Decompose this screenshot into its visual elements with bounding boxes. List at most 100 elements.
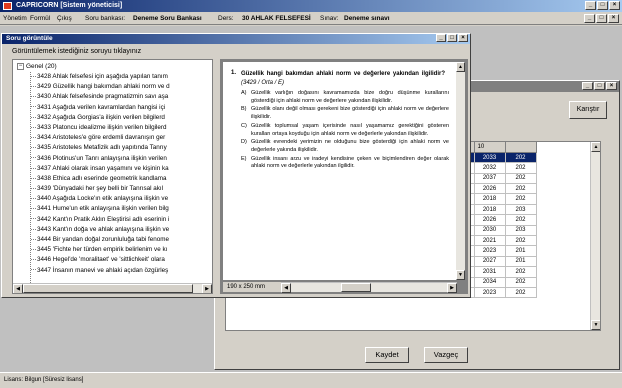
grid-cell[interactable]: 202: [505, 193, 537, 205]
grid-cell[interactable]: 2018: [474, 193, 506, 205]
grid-cell[interactable]: 201: [505, 256, 537, 268]
tree-item-question[interactable]: 3434 Aristoteles'e göre erdemli davranış…: [31, 133, 170, 143]
grid-cell[interactable]: 202: [505, 214, 537, 226]
course-value: 30 AHLAK FELSEFESİ: [242, 15, 311, 22]
question-number: 1.: [231, 70, 237, 76]
preview-scroll-thumb[interactable]: [341, 283, 371, 292]
option-label: A): [241, 90, 247, 96]
tree-item-question[interactable]: 3445 'Fichte her türden empirik belirlen…: [31, 245, 170, 255]
grid-cell[interactable]: 2026: [474, 214, 506, 226]
shuffle-button[interactable]: Karıştır: [569, 101, 607, 119]
save-button[interactable]: Kaydet: [365, 347, 409, 363]
scroll-up-icon[interactable]: ▲: [591, 142, 600, 152]
tree-item-question[interactable]: 3435 Aristoteles Metafizik adlı yapıtınd…: [31, 143, 170, 153]
question-page: 1. Güzellik hangi bakımdan ahlaki norm v…: [223, 62, 457, 280]
grid-cell[interactable]: 202: [505, 162, 537, 174]
grid-cell[interactable]: 202: [505, 235, 537, 247]
preview-scroll-left-icon[interactable]: ◀: [281, 283, 291, 293]
grid-cell[interactable]: 203: [505, 225, 537, 237]
maximize-button[interactable]: □: [597, 1, 608, 10]
tree-item-question[interactable]: 3431 Aşağıda verilen kavramlardan hangis…: [31, 103, 170, 113]
grid-cell[interactable]: 202: [505, 183, 537, 195]
mdi-maximize-button[interactable]: □: [596, 14, 607, 23]
dialog-minimize-button[interactable]: _: [436, 34, 446, 42]
mdi-close-button[interactable]: ×: [608, 14, 619, 23]
scroll-down-icon[interactable]: ▼: [591, 320, 600, 330]
tree-item-question[interactable]: 3436 Plotinus'un Tanrı anlayışına ilişki…: [31, 154, 170, 164]
preview-scroll-down-icon[interactable]: ▼: [456, 270, 465, 280]
option-label: C): [241, 122, 247, 129]
grid-column-header[interactable]: 10: [474, 142, 506, 153]
question-tree[interactable]: − Genel (20) 3428 Ahlak felsefesi için aş…: [12, 59, 213, 294]
tree-item-question[interactable]: 3432 Aşağıda Gorgias'a ilişkin verilen b…: [31, 113, 170, 123]
answer-key-maximize-button[interactable]: □: [594, 82, 605, 90]
close-button[interactable]: ×: [609, 1, 620, 10]
tree-item-question[interactable]: 3428 Ahlak felsefesi için aşağıda yapıla…: [31, 72, 170, 82]
tree-root[interactable]: − Genel (20): [17, 63, 57, 70]
grid-cell[interactable]: 2018: [474, 204, 506, 216]
minimize-button[interactable]: _: [585, 1, 596, 10]
tree-item-question[interactable]: 3442 Kant'ın Pratik Aklın Eleştirisi adl…: [31, 215, 170, 225]
grid-cell[interactable]: 2030: [474, 225, 506, 237]
option-text: Güzellik olanı değil olması gerekeni biz…: [251, 106, 449, 121]
grid-cell[interactable]: 2033: [474, 152, 506, 164]
preview-scroll-right-icon[interactable]: ▶: [447, 283, 457, 293]
tree-item-question[interactable]: 3429 Güzellik hangi bakımdan ahlaki norm…: [31, 82, 170, 92]
scroll-right-icon[interactable]: ▶: [202, 284, 212, 293]
menu-cikis[interactable]: Çıkış: [57, 12, 72, 25]
grid-cell[interactable]: 202: [505, 277, 537, 288]
grid-cell[interactable]: 2023: [474, 287, 506, 299]
tree-item-question[interactable]: 3444 Bir yandan doğal zorunluluğa tabi f…: [31, 235, 170, 245]
option-text: Güzellik evrendeki yerimizin ne olduğunu…: [251, 139, 449, 153]
dialog-title-bar: Soru görüntüle _ □ ×: [2, 34, 470, 44]
grid-cell[interactable]: 202: [505, 173, 537, 185]
menu-formul[interactable]: Formül: [30, 12, 50, 25]
answer-key-minimize-button[interactable]: _: [582, 82, 593, 90]
collapse-icon[interactable]: −: [17, 63, 24, 70]
grid-cell[interactable]: 2021: [474, 235, 506, 247]
tree-item-question[interactable]: 3439 'Dünyadaki her şey belli bir Tanrıs…: [31, 184, 170, 194]
option-label: B): [241, 106, 247, 113]
license-status: Lisans: Bilgun [Süresiz lisans]: [4, 377, 84, 383]
tree-item-question[interactable]: 3441 Hume'un etik anlayışına ilişkin ver…: [31, 204, 170, 214]
tree-item-question[interactable]: 3440 Aşağıda Locke'ın etik anlayışına il…: [31, 194, 170, 204]
tree-item-question[interactable]: 3437 Ahlaki olarak insan yaşamını ve kiş…: [31, 164, 170, 174]
preview-scroll-up-icon[interactable]: ▲: [456, 62, 465, 72]
answer-option: B) Güzellik olanı değil olması gerekeni b…: [241, 106, 449, 121]
dialog-maximize-button[interactable]: □: [447, 34, 457, 42]
grid-cell[interactable]: 203: [505, 204, 537, 216]
tree-item-question[interactable]: 3446 Hegel'de 'moralitaet' ve 'sittlichk…: [31, 255, 170, 265]
grid-column-header[interactable]: [505, 142, 537, 153]
grid-cell[interactable]: 2023: [474, 245, 506, 257]
tree-item-question[interactable]: 3447 İnsanın manevi ve ahlaki açıdan özg…: [31, 266, 170, 276]
answer-key-close-button[interactable]: ×: [606, 82, 617, 90]
grid-cell[interactable]: 202: [505, 266, 537, 278]
grid-cell[interactable]: 201: [505, 245, 537, 257]
tree-item-question[interactable]: 3443 Kant'ın doğa ve ahlak anlayışına il…: [31, 225, 170, 235]
grid-cell[interactable]: 202: [505, 287, 537, 299]
grid-cell[interactable]: 2031: [474, 266, 506, 278]
course-label: Ders:: [218, 15, 234, 22]
tree-scroll-thumb[interactable]: [23, 284, 193, 293]
grid-cell[interactable]: 2027: [474, 256, 506, 268]
grid-vertical-scrollbar[interactable]: ▲ ▼: [590, 142, 600, 330]
grid-cell[interactable]: 2037: [474, 173, 506, 185]
page-size-label: 190 x 250 mm: [227, 284, 266, 290]
tree-item-question[interactable]: 3433 Platoncu idealizme ilişkin verilen …: [31, 123, 170, 133]
grid-cell[interactable]: 202: [505, 152, 537, 164]
tree-item-question[interactable]: 3430 Ahlak felsefesinde pragmatizmin sav…: [31, 92, 170, 102]
question-preview-panel: 1. Güzellik hangi bakımdan ahlaki norm v…: [220, 59, 468, 294]
preview-vertical-scrollbar[interactable]: ▲ ▼: [456, 62, 465, 280]
grid-cell[interactable]: 2032: [474, 162, 506, 174]
tree-item-question[interactable]: 3438 Ethica adlı eserinde geometrik kand…: [31, 174, 170, 184]
tree-horizontal-scrollbar[interactable]: ◀ ▶: [13, 283, 212, 293]
exam-label: Sınav:: [320, 15, 339, 22]
preview-horizontal-scrollbar[interactable]: ◀ ▶: [281, 282, 457, 293]
grid-cell[interactable]: 2034: [474, 277, 506, 288]
menu-yonetim[interactable]: Yönetim: [3, 12, 27, 25]
dialog-close-button[interactable]: ×: [458, 34, 468, 42]
scroll-left-icon[interactable]: ◀: [13, 284, 23, 293]
cancel-button[interactable]: Vazgeç: [424, 347, 468, 363]
mdi-minimize-button[interactable]: _: [584, 14, 595, 23]
grid-cell[interactable]: 2026: [474, 183, 506, 195]
